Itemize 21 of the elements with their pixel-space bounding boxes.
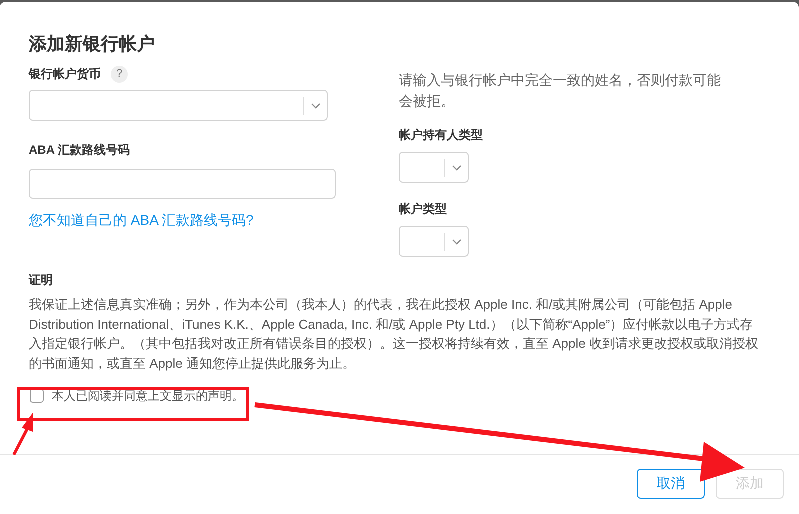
chevron-down-icon [452,238,462,244]
dialog-title: 添加新银行帐户 [29,33,156,56]
chevron-down-icon [452,164,462,170]
currency-select[interactable] [29,90,328,121]
name-note: 请输入与银行帐户中完全一致的姓名，否则付款可能会被拒。 [399,71,722,111]
agree-checkbox[interactable] [30,389,44,403]
chevron-down-icon [310,102,320,108]
account-type-select[interactable] [399,226,469,257]
field-label: 帐户持有人类型 [399,127,484,144]
field-label: ABA 汇款路线号码 [29,142,131,159]
certification-text: 我保证上述信息真实准确；另外，作为本公司（我本人）的代表，我在此授权 Apple Inc. 和/或其附属公司（可能包括 Apple Distribution International、iTunes K.K.、Apple Canada, Inc. 和/或 Apple Pty Ltd.）（以下简称“Apple”）应付帐款以电子方式存入指定银行帐户。（其中包括我对改正所有错误条目的授权）。这一授权将持续有效，直至 Apple 收到请求更改授权或取消授权的书面通知，或直至 Apple 通知您停止提供此服务为止。 [29,296,760,373]
annotation-arrow [12,413,33,456]
field-label: 帐户类型 [399,201,448,218]
aba-input-field[interactable] [29,169,336,199]
help-button[interactable]: ? [111,66,128,82]
aba-help-link[interactable]: 您不知道自己的 ABA 汇款路线号码? [29,210,399,231]
cancel-button[interactable]: 取消 [637,468,705,498]
agree-label: 本人已阅读并同意上文显示的声明。 [52,388,244,405]
section-heading: 证明 [29,272,54,289]
holder-type-select[interactable] [399,152,469,183]
field-label: 银行帐户货币 [29,66,101,83]
